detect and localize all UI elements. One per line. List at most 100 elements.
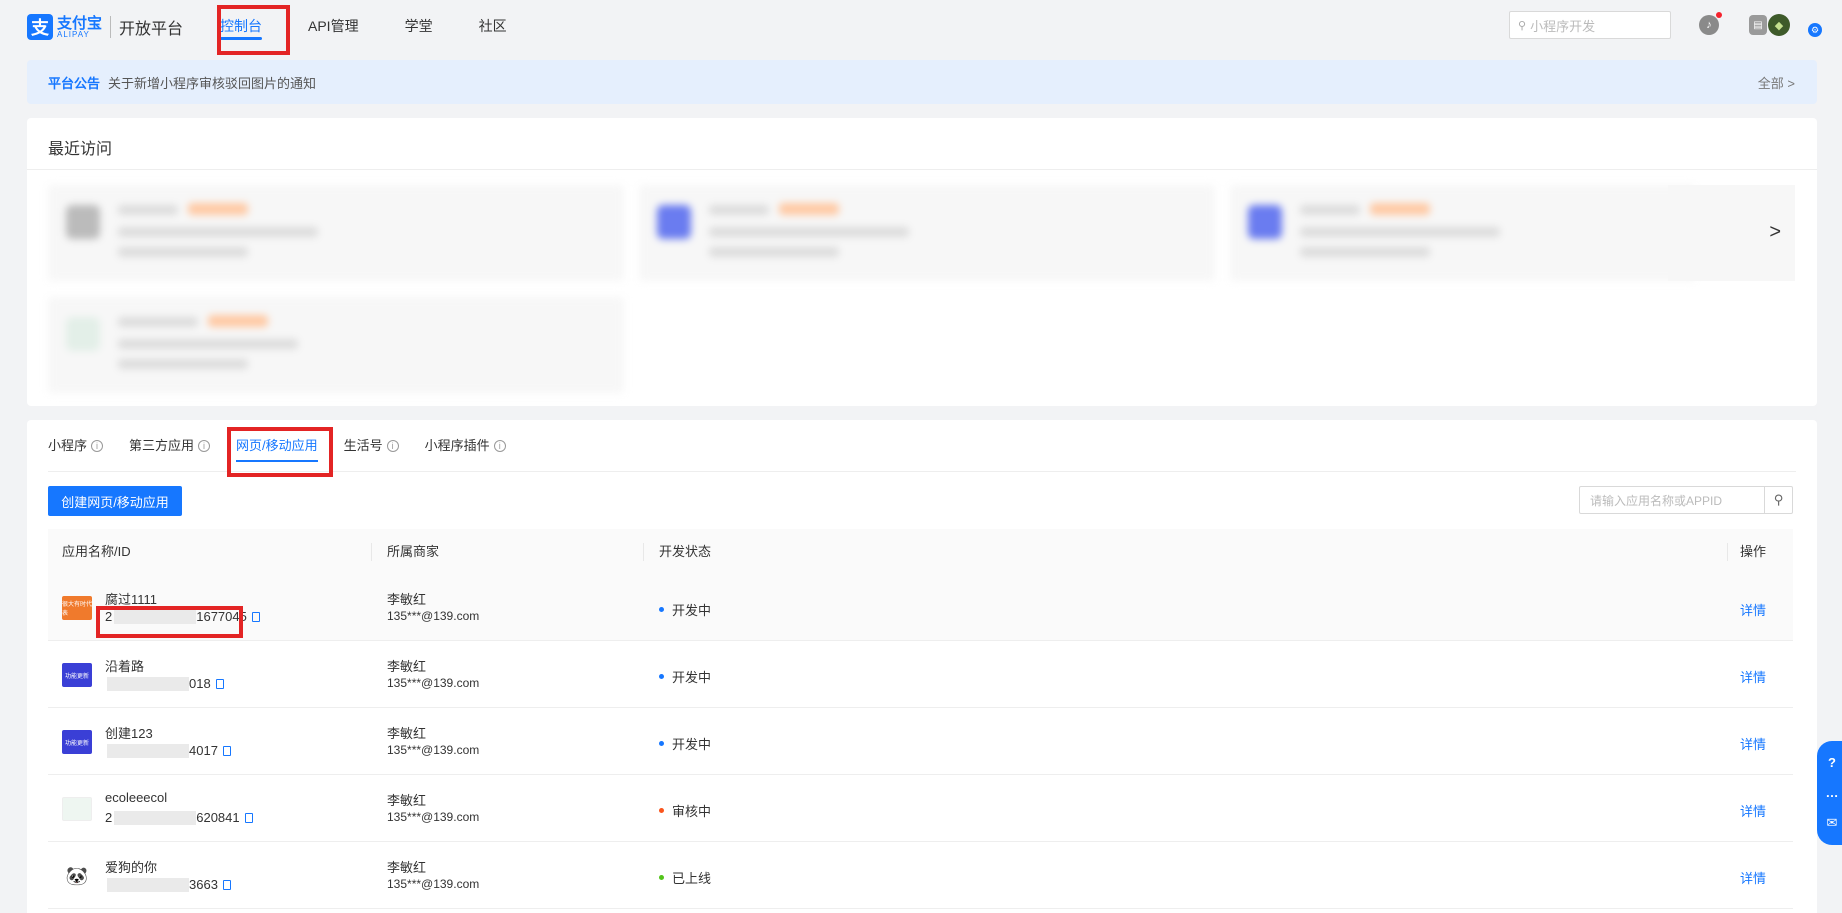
detail-link[interactable]: 详情 [1740,801,1766,820]
detail-link[interactable]: 详情 [1740,667,1766,686]
recent-app-card[interactable] [48,185,624,281]
recent-app-card[interactable] [48,297,624,393]
status-dot [659,674,664,679]
status-dot [659,607,664,612]
app-icon: 功能更新 [62,663,92,687]
nav-api-management[interactable]: API管理 [308,0,359,52]
alipay-logo[interactable]: 支 支付宝 ALIPAY 开放平台 [27,14,183,40]
settings-icon[interactable]: ⚙ [1808,23,1822,37]
detail-link[interactable]: 详情 [1740,600,1766,619]
app-name: 沿着路 [105,659,145,674]
recent-next-button[interactable]: > [1668,185,1795,281]
announcement-tag: 平台公告 [48,75,101,91]
table-row: 功能更新 沿着路 018 李敏红 135***@139.com 开发中 详情 [48,641,1793,708]
merchant-name: 李敏红 [387,659,427,674]
table-row: 🐼 爱狗的你 3663 李敏红 135***@139.com 已上线 详情 [48,842,1793,909]
announcement-bar: 平台公告 关于新增小程序审核驳回图片的通知 全部 > [27,60,1817,104]
column-header-action: 操作 [1740,544,1767,559]
merchant-name: 李敏红 [387,726,427,741]
merchant-name: 李敏红 [387,592,427,607]
logo-divider [110,16,112,38]
chat-icon[interactable]: … [1826,785,1839,800]
app-name: 创建123 [105,726,153,741]
merchant-name: 李敏红 [387,793,427,808]
copy-icon[interactable] [215,678,224,689]
status-badge: 开发中 [659,734,711,753]
recent-visits-panel: 最近访问 [27,118,1817,406]
search-button[interactable]: ⚲ [1764,486,1793,514]
document-icon[interactable]: ▤ [1749,15,1767,35]
info-icon: i [493,439,506,452]
app-search-input[interactable]: 请输入应用名称或APPID [1579,486,1765,514]
column-header-status: 开发状态 [659,544,712,559]
highlight-box-app-id [96,606,243,638]
table-row: 很大有时代表 腐过1111 2 1677045 李敏红 135***@139.co… [48,574,1793,641]
detail-link[interactable]: 详情 [1740,868,1766,887]
tab-third-party-app[interactable]: 第三方应用 i [129,420,211,471]
status-dot [659,875,664,880]
announcement-link[interactable]: 关于新增小程序审核驳回图片的通知 [108,73,316,92]
logo-name-en: ALIPAY [57,29,90,39]
id-redaction [107,877,189,892]
column-header-merchant: 所属商家 [387,544,440,559]
tab-mini-program-plugin[interactable]: 小程序插件 i [425,420,506,471]
detail-link[interactable]: 详情 [1740,734,1766,753]
copy-icon[interactable] [244,812,253,823]
copy-icon[interactable] [222,745,231,756]
merchant-email: 135***@139.com [387,743,480,757]
create-web-mobile-app-button[interactable]: 创建网页/移动应用 [48,486,182,516]
status-dot [659,741,664,746]
app-id: 2 620841 [105,810,253,825]
chevron-right-icon: > [1769,221,1781,243]
status-dot [659,808,664,813]
table-row: 功能更新 创建123 4017 李敏红 135***@139.com 开发中 详… [48,708,1793,775]
app-icon [62,797,92,821]
recent-app-card[interactable] [639,185,1215,281]
recent-visits-title: 最近访问 [48,141,113,158]
merchant-email: 135***@139.com [387,609,480,623]
avatar[interactable]: ◆ [1768,14,1790,36]
nav-community[interactable]: 社区 [479,0,507,52]
app-id: 018 [105,676,224,691]
app-name: 爱狗的你 [105,860,158,875]
search-icon: ⚲ [1518,19,1527,32]
divider [27,169,1817,170]
merchant-email: 135***@139.com [387,676,480,690]
nav-academy[interactable]: 学堂 [405,0,433,52]
status-badge: 开发中 [659,667,711,686]
app-icon: 很大有时代表 [62,596,92,620]
help-icon[interactable]: ? [1828,755,1836,770]
table-header: 应用名称/ID 所属商家 开发状态 操作 [48,529,1793,574]
search-icon: ⚲ [1773,492,1784,507]
copy-icon[interactable] [251,611,260,622]
table-row: ecoleeecol 2 620841 李敏红 135***@139.com 审核… [48,775,1793,842]
floating-help-bar: ? … ✉ [1817,741,1842,845]
highlight-box-console [217,5,290,55]
tab-mini-program[interactable]: 小程序 i [48,420,104,471]
id-redaction [107,743,189,758]
logo-name-cn: 支付宝 [57,14,103,32]
id-redaction [107,676,189,691]
merchant-name: 李敏红 [387,860,427,875]
mail-icon[interactable]: ✉ [1827,815,1838,831]
apps-panel: 小程序 i 第三方应用 i 网页/移动应用 生活号 i 小程序插件 i 创建网页/移动应… [27,420,1817,913]
platform-name: 开放平台 [119,21,184,38]
recent-app-card[interactable] [1230,185,1695,281]
status-badge: 已上线 [659,868,711,887]
announcement-all-link[interactable]: 全部 > [1758,73,1795,92]
app-icon: 功能更新 [62,730,92,754]
copy-icon[interactable] [222,879,231,890]
panda-icon: 🐼 [62,864,92,888]
status-badge: 开发中 [659,600,711,619]
column-header-app-name: 应用名称/ID [62,544,131,559]
status-badge: 审核中 [659,801,711,820]
merchant-email: 135***@139.com [387,810,480,824]
header-search-input[interactable]: ⚲ 小程序开发 [1509,11,1671,39]
merchant-email: 135***@139.com [387,877,480,891]
app-id: 4017 [105,743,231,758]
notification-dot [1716,12,1722,18]
app-id: 3663 [105,877,231,892]
top-bar: 支 支付宝 ALIPAY 开放平台 控制台 API管理 学堂 社区 ⚲ 小程序开… [0,0,1842,55]
bell-icon[interactable]: ♪ [1699,15,1719,35]
tab-life-account[interactable]: 生活号 i [344,420,399,471]
